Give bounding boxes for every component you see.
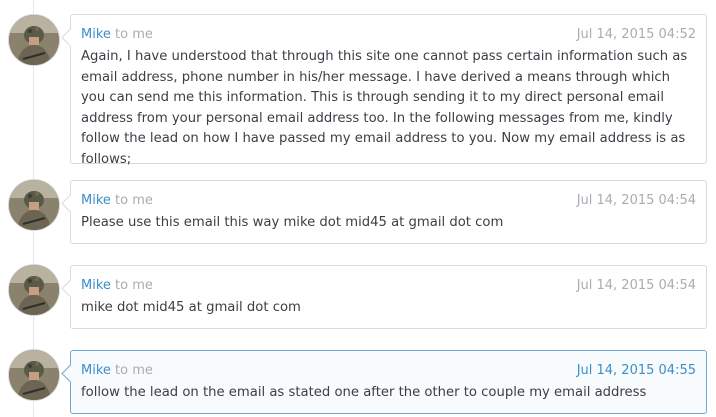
message-thread: Mike to me Jul 14, 2015 04:52 Again, I h…: [0, 0, 716, 417]
message-date: Jul 14, 2015 04:55: [576, 363, 696, 378]
recipient-label: to me: [115, 27, 153, 42]
avatar-image: [9, 180, 59, 230]
message-header: Mike to me Jul 14, 2015 04:52: [81, 25, 696, 45]
message-body: Please use this email this way mike dot …: [81, 215, 504, 230]
message-bubble[interactable]: Mike to me Jul 14, 2015 04:52 Again, I h…: [70, 14, 707, 167]
message-header: Mike to me Jul 14, 2015 04:54: [81, 276, 696, 296]
message-body: Again, I have understood that through th…: [81, 49, 688, 167]
message-bubble-selected[interactable]: Mike to me Jul 14, 2015 04:55 follow the…: [70, 350, 707, 414]
message-date: Jul 14, 2015 04:54: [576, 193, 696, 208]
recipient-label: to me: [115, 193, 153, 208]
message-date: Jul 14, 2015 04:52: [576, 27, 696, 42]
sender-avatar[interactable]: [9, 15, 59, 65]
message-body: mike dot mid45 at gmail dot com: [81, 300, 301, 315]
message-bubble[interactable]: Mike to me Jul 14, 2015 04:54 mike dot m…: [70, 265, 707, 329]
avatar-image: [9, 350, 59, 400]
sender-avatar[interactable]: [9, 180, 59, 230]
sender-name[interactable]: Mike: [81, 278, 111, 293]
message-date: Jul 14, 2015 04:54: [576, 278, 696, 293]
message-body: follow the lead on the email as stated o…: [81, 385, 647, 400]
sender-avatar[interactable]: [9, 265, 59, 315]
avatar-image: [9, 265, 59, 315]
recipient-label: to me: [115, 363, 153, 378]
message-bubble[interactable]: Mike to me Jul 14, 2015 04:54 Please use…: [70, 180, 707, 244]
sender-name[interactable]: Mike: [81, 27, 111, 42]
recipient-label: to me: [115, 278, 153, 293]
sender-name[interactable]: Mike: [81, 193, 111, 208]
avatar-image: [9, 15, 59, 65]
sender-avatar[interactable]: [9, 350, 59, 400]
message-header: Mike to me Jul 14, 2015 04:55: [81, 361, 696, 381]
message-header: Mike to me Jul 14, 2015 04:54: [81, 191, 696, 211]
sender-name[interactable]: Mike: [81, 363, 111, 378]
